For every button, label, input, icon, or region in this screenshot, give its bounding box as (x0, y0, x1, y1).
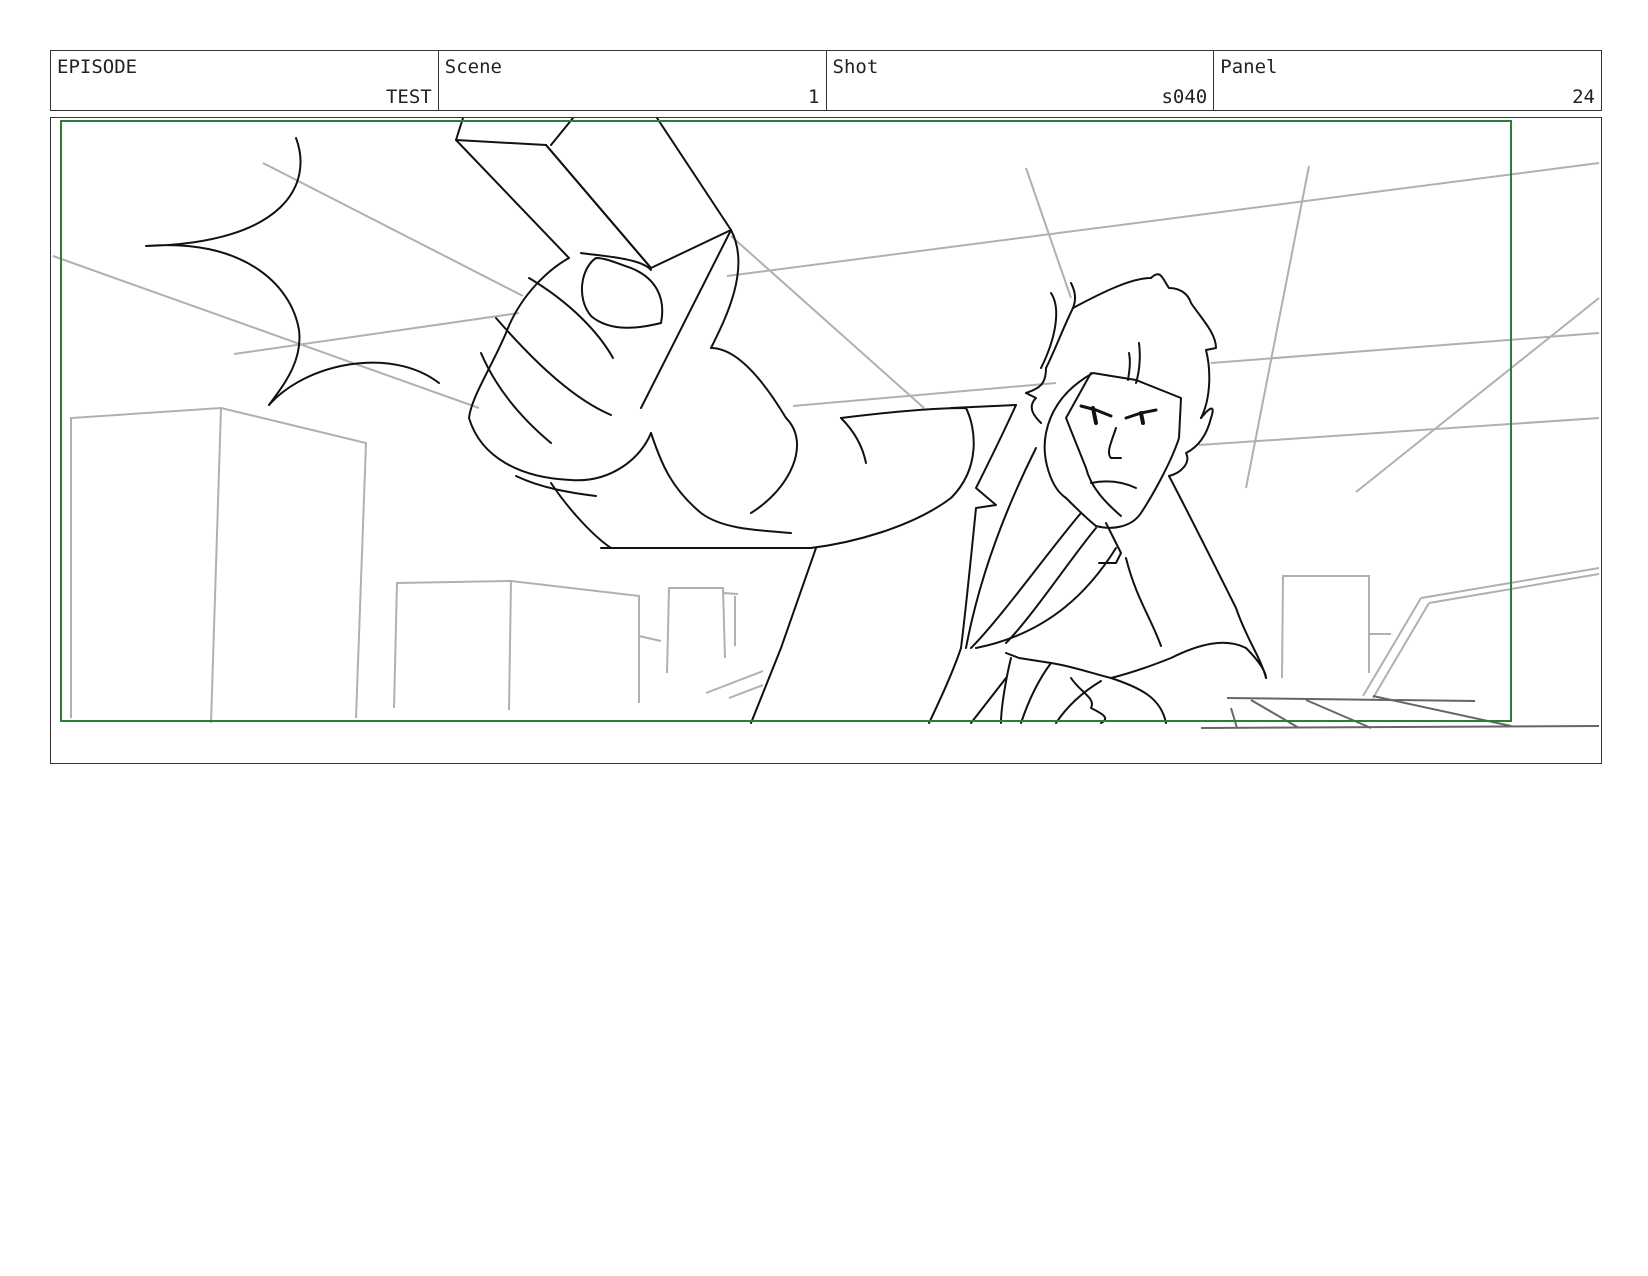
scene-value: 1 (808, 86, 820, 108)
episode-value: TEST (385, 86, 432, 108)
panel-cell: Panel 24 (1214, 51, 1601, 110)
storyboard-panel (50, 117, 1602, 764)
storyboard-header: EPISODE TEST Scene 1 Shot s040 Panel 24 (50, 50, 1602, 111)
episode-label: EPISODE (57, 56, 138, 78)
background-construction-lines (52, 162, 1600, 724)
shot-value: s040 (1161, 86, 1208, 108)
panel-value: 24 (1572, 86, 1595, 108)
panel-sketch (52, 118, 1600, 729)
shot-cell: Shot s040 (827, 51, 1215, 110)
character-ink (145, 118, 1267, 724)
scene-cell: Scene 1 (439, 51, 827, 110)
scene-label: Scene (444, 56, 502, 78)
floor-lines (1200, 695, 1600, 729)
episode-cell: EPISODE TEST (51, 51, 439, 110)
panel-label: Panel (1220, 56, 1278, 78)
shot-label: Shot (832, 56, 879, 78)
